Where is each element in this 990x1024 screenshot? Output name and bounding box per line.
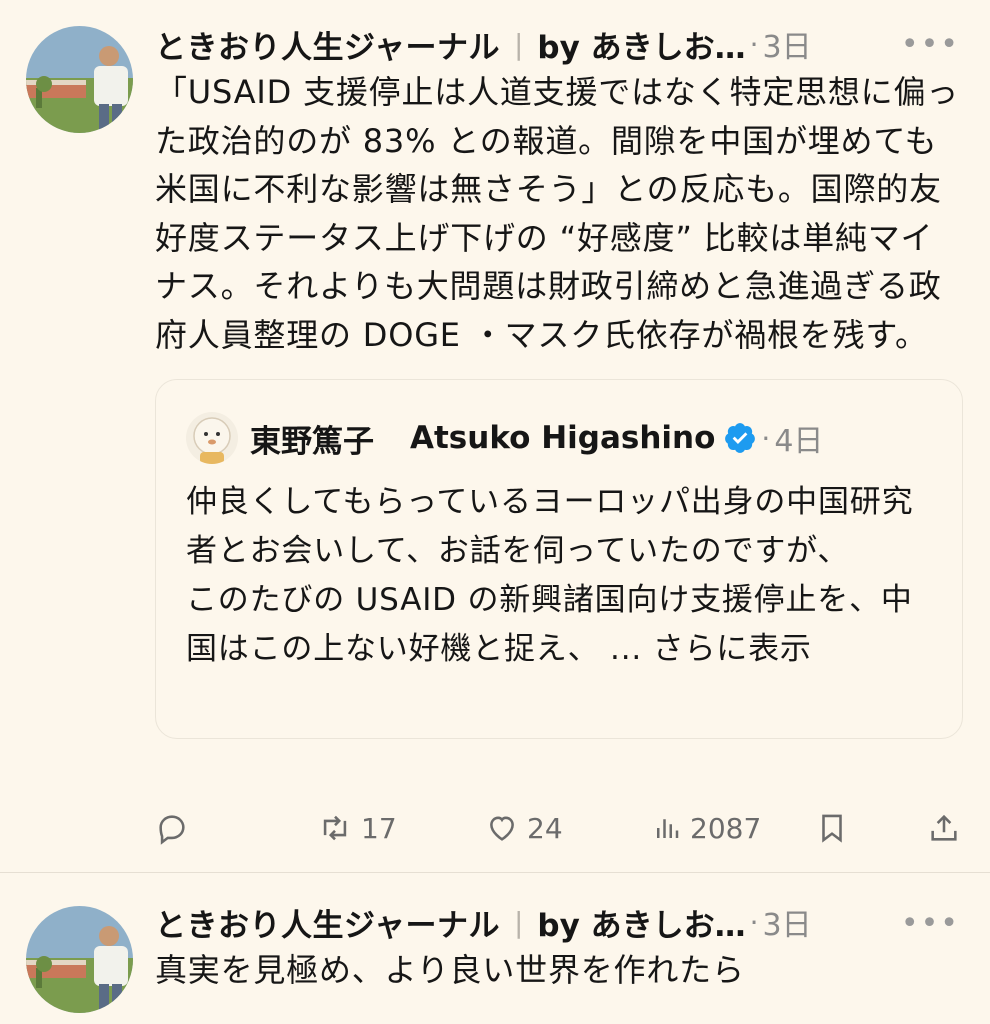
author-handle[interactable]: by あきしお… (537, 900, 745, 945)
post[interactable]: ときおり人生ジャーナル | by あきしお… · 3日 真実を見極め、より良い世… (0, 0, 990, 1013)
post-header: ときおり人生ジャーナル | by あきしお… · 3日 (155, 898, 960, 946)
post-time[interactable]: 3日 (763, 900, 812, 944)
header-separator: | (513, 905, 524, 939)
more-options-icon[interactable]: ••• (901, 906, 960, 941)
post-text: 真実を見極め、より良い世界を作れたら (155, 951, 745, 989)
author-avatar[interactable] (26, 906, 133, 1013)
time-dot: · (749, 905, 759, 939)
author-name[interactable]: ときおり人生ジャーナル (155, 900, 500, 945)
